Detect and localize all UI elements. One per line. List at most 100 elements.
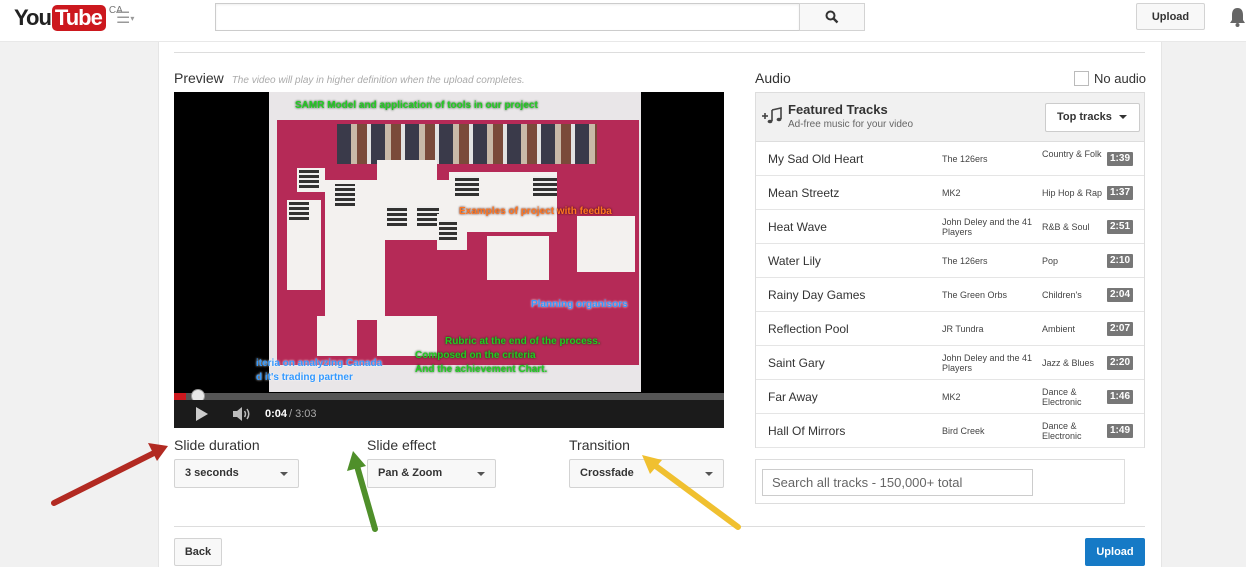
- time-total: / 3:03: [289, 408, 317, 420]
- track-duration: 2:07: [1107, 322, 1133, 336]
- track-genre: Hip Hop & Rap: [1042, 188, 1103, 198]
- music-note-add-icon: [762, 107, 782, 124]
- track-duration: 2:20: [1107, 356, 1133, 370]
- track-artist: MK2: [942, 188, 961, 198]
- track-artist: JR Tundra: [942, 324, 984, 334]
- track-duration: 2:51: [1107, 220, 1133, 234]
- search-input[interactable]: [215, 3, 800, 31]
- track-title: Water Lily: [768, 254, 821, 268]
- transition-label: Transition: [569, 437, 630, 453]
- audio-heading: Audio: [755, 70, 791, 86]
- track-title: Hall Of Mirrors: [768, 424, 846, 438]
- track-genre: Country & Folk: [1042, 149, 1102, 159]
- track-duration: 1:39: [1107, 152, 1133, 166]
- track-row[interactable]: My Sad Old Heart The 126ers Country & Folk…: [756, 142, 1144, 176]
- back-button[interactable]: Back: [174, 538, 222, 566]
- track-row[interactable]: Saint Gary John Deley and the 41 Players J…: [756, 346, 1144, 380]
- track-duration: 1:49: [1107, 424, 1133, 438]
- track-artist: The 126ers: [942, 154, 988, 164]
- caret-down-icon: ▾: [130, 14, 135, 23]
- track-artist: The Green Orbs: [942, 290, 1008, 300]
- overlay-text-criteria-1: iteria on analyzing Canada: [256, 358, 383, 369]
- caret-down-icon: [1119, 115, 1127, 119]
- track-genre: Pop: [1042, 256, 1059, 266]
- caret-down-icon: [477, 472, 485, 476]
- caret-down-icon: [280, 472, 288, 476]
- track-search-input[interactable]: [762, 469, 1033, 496]
- volume-icon[interactable]: [232, 406, 252, 422]
- slide-duration-label: Slide duration: [174, 437, 260, 453]
- top-tracks-label: Top tracks: [1057, 111, 1112, 123]
- featured-tracks-header: Featured Tracks Ad-free music for your v…: [756, 93, 1144, 142]
- no-audio-toggle[interactable]: No audio: [1074, 71, 1146, 86]
- track-artist: John Deley and the 41 Players: [942, 353, 1033, 373]
- video-frame: SAMR Model and application of tools in o…: [269, 92, 641, 392]
- track-duration: 1:37: [1107, 186, 1133, 200]
- track-title: Far Away: [768, 390, 818, 404]
- track-artist: Bird Creek: [942, 426, 985, 436]
- track-duration: 1:46: [1107, 390, 1133, 404]
- track-row[interactable]: Rainy Day Games The Green Orbs Children's 2…: [756, 278, 1144, 312]
- track-genre: Children's: [1042, 290, 1082, 300]
- track-title: My Sad Old Heart: [768, 152, 864, 166]
- track-row[interactable]: Water Lily The 126ers Pop 2:10: [756, 244, 1144, 278]
- caret-down-icon: [705, 472, 713, 476]
- logo-tube: Tube: [51, 5, 106, 31]
- bulletin-board-image: [277, 120, 639, 365]
- preview-heading: Preview The video will play in higher de…: [174, 70, 525, 86]
- track-title: Heat Wave: [768, 220, 827, 234]
- track-row[interactable]: Far Away MK2 Dance & Electronic 1:46: [756, 380, 1144, 414]
- progress-bar[interactable]: [174, 393, 724, 400]
- hamburger-icon: ☰: [116, 10, 131, 28]
- overlay-text-planning: Planning organisors: [531, 299, 628, 310]
- slide-effect-value: Pan & Zoom: [378, 467, 443, 479]
- track-genre: Dance & Electronic: [1042, 387, 1082, 407]
- transition-value: Crossfade: [580, 467, 634, 479]
- audio-tracks-panel: Featured Tracks Ad-free music for your v…: [755, 92, 1145, 448]
- track-title: Rainy Day Games: [768, 288, 866, 302]
- track-row[interactable]: Hall Of Mirrors Bird Creek Dance & Electro…: [756, 414, 1144, 448]
- no-audio-label: No audio: [1094, 71, 1147, 86]
- preview-label: Preview: [174, 70, 224, 86]
- track-title: Saint Gary: [768, 356, 825, 370]
- transition-select[interactable]: Crossfade: [569, 459, 724, 488]
- track-row[interactable]: Heat Wave John Deley and the 41 Players R&…: [756, 210, 1144, 244]
- slide-duration-value: 3 seconds: [185, 467, 239, 479]
- track-row[interactable]: Reflection Pool JR Tundra Ambient 2:07: [756, 312, 1144, 346]
- track-title: Mean Streetz: [768, 186, 840, 200]
- overlay-text-rubric-3: And the achievement Chart.: [415, 364, 548, 375]
- featured-tracks-subtitle: Ad-free music for your video: [788, 119, 914, 130]
- slide-duration-select[interactable]: 3 seconds: [174, 459, 299, 488]
- search-button[interactable]: [799, 3, 865, 31]
- play-icon[interactable]: [196, 407, 208, 421]
- search-icon: [825, 10, 839, 24]
- video-player[interactable]: SAMR Model and application of tools in o…: [174, 92, 724, 428]
- track-search-container: [755, 459, 1125, 504]
- player-controls: 0:04 / 3:03: [174, 400, 724, 428]
- guide-menu-button[interactable]: ☰▾: [116, 11, 144, 27]
- top-tracks-dropdown[interactable]: Top tracks: [1045, 103, 1140, 132]
- bell-icon[interactable]: [1229, 6, 1246, 28]
- upload-button[interactable]: Upload: [1085, 538, 1145, 566]
- masthead-upload-button[interactable]: Upload: [1136, 3, 1205, 30]
- track-duration: 2:10: [1107, 254, 1133, 268]
- track-row[interactable]: Mean Streetz MK2 Hip Hop & Rap 1:37: [756, 176, 1144, 210]
- slide-effect-label: Slide effect: [367, 437, 437, 453]
- progress-fill: [174, 393, 187, 400]
- no-audio-checkbox[interactable]: [1074, 71, 1089, 86]
- red-arrow-icon: [51, 443, 168, 506]
- overlay-text-criteria-2: d it's trading partner: [256, 372, 353, 383]
- slide-effect-select[interactable]: Pan & Zoom: [367, 459, 496, 488]
- time-current: 0:04: [265, 408, 288, 420]
- logo-you: You: [14, 5, 52, 30]
- track-artist: MK2: [942, 392, 961, 402]
- divider-top: [174, 52, 1145, 53]
- youtube-logo[interactable]: You Tube CA: [14, 5, 123, 33]
- featured-tracks-title: Featured Tracks: [788, 102, 888, 117]
- overlay-text-examples: Examples of project with feedba: [459, 206, 612, 217]
- preview-note: The video will play in higher definition…: [231, 75, 525, 86]
- track-genre: Jazz & Blues: [1042, 358, 1095, 368]
- divider-bottom: [174, 526, 1145, 527]
- track-artist: The 126ers: [942, 256, 988, 266]
- masthead: You Tube CA ☰▾ Upload: [0, 0, 1246, 42]
